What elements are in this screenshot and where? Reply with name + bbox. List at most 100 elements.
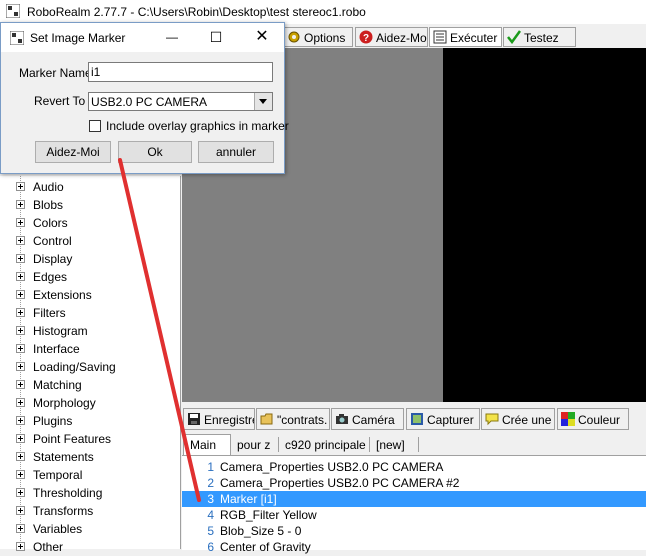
tree-item[interactable]: Point Features	[16, 430, 176, 448]
help-button-label: Aidez-Moi	[46, 145, 100, 159]
close-button[interactable]: ✕	[240, 23, 284, 51]
cancel-button[interactable]: annuler	[198, 141, 274, 163]
marker-name-input[interactable]	[88, 62, 273, 82]
include-overlay-checkbox[interactable]	[89, 120, 101, 132]
main-window-title: RoboRealm 2.77.7 - C:\Users\Robin\Deskto…	[27, 5, 366, 19]
revert-to-label: Revert To	[34, 94, 86, 108]
tree-item[interactable]: Display	[16, 250, 176, 268]
capturer-button[interactable]: Capturer	[406, 408, 480, 430]
pipeline-row[interactable]: 3 Marker [i1]	[182, 491, 646, 507]
tree-item[interactable]: Plugins	[16, 412, 176, 430]
pipeline-row[interactable]: 4 RGB_Filter Yellow	[182, 507, 646, 523]
expand-plus-icon[interactable]	[16, 398, 25, 407]
tree-item[interactable]: Control	[16, 232, 176, 250]
camera-button[interactable]: Caméra	[331, 408, 404, 430]
pipeline-row[interactable]: 5 Blob_Size 5 - 0	[182, 523, 646, 539]
tree-item-label: Plugins	[33, 414, 73, 428]
tab-pour-z[interactable]: pour z	[231, 434, 275, 454]
tree-item[interactable]: Blobs	[16, 196, 176, 214]
tree-item-label: Extensions	[33, 288, 92, 302]
expand-plus-icon[interactable]	[16, 488, 25, 497]
expand-plus-icon[interactable]	[16, 200, 25, 209]
tree-item-label: Histogram	[33, 324, 88, 338]
camera-image-view[interactable]	[443, 48, 646, 402]
testez-button[interactable]: Testez	[503, 27, 576, 47]
tree-item[interactable]: Loading/Saving	[16, 358, 176, 376]
pipeline-row[interactable]: 1 Camera_Properties USB2.0 PC CAMERA	[182, 459, 646, 475]
creer-label: Crée une	[502, 413, 552, 427]
options-button[interactable]: Options	[283, 27, 353, 47]
tab-main[interactable]: Main	[183, 434, 231, 455]
tree-item[interactable]: Edges	[16, 268, 176, 286]
tree-item[interactable]: Interface	[16, 340, 176, 358]
expand-plus-icon[interactable]	[16, 380, 25, 389]
tree-item[interactable]: Other	[16, 538, 176, 556]
chevron-down-icon[interactable]	[254, 93, 272, 110]
tree-item[interactable]: Temporal	[16, 466, 176, 484]
tree-item-label: Filters	[33, 306, 66, 320]
revert-to-select[interactable]: USB2.0 PC CAMERA	[88, 92, 273, 111]
contrats-label: "contrats.	[277, 413, 328, 427]
dialog-title: Set Image Marker	[30, 31, 126, 45]
expand-plus-icon[interactable]	[16, 236, 25, 245]
options-label: Options	[304, 31, 346, 45]
couleur-button[interactable]: Couleur	[557, 408, 629, 430]
marker-name-label: Marker Name	[19, 66, 92, 80]
tab-c920-principale[interactable]: c920 principale	[280, 434, 368, 454]
expand-plus-icon[interactable]	[16, 434, 25, 443]
tab-separator	[278, 437, 279, 452]
tree-item[interactable]: Filters	[16, 304, 176, 322]
speech-bubble-icon	[485, 413, 499, 426]
ok-button[interactable]: Ok	[118, 141, 192, 163]
expand-plus-icon[interactable]	[16, 182, 25, 191]
expand-plus-icon[interactable]	[16, 362, 25, 371]
expand-plus-icon[interactable]	[16, 524, 25, 533]
pipeline-row-label: RGB_Filter Yellow	[220, 508, 317, 522]
open-file-button[interactable]: "contrats.	[256, 408, 330, 430]
expand-plus-icon[interactable]	[16, 344, 25, 353]
tree-item-label: Edges	[33, 270, 68, 284]
tree-item[interactable]: Variables	[16, 520, 176, 538]
save-disk-icon	[188, 413, 200, 425]
expand-plus-icon[interactable]	[16, 272, 25, 281]
tree-item[interactable]: Morphology	[16, 394, 176, 412]
expand-plus-icon[interactable]	[16, 452, 25, 461]
pipeline-row[interactable]: 2 Camera_Properties USB2.0 PC CAMERA #2	[182, 475, 646, 491]
maximize-button[interactable]: ☐	[194, 23, 238, 51]
tree-item[interactable]: Matching	[16, 376, 176, 394]
tree-item[interactable]: Colors	[16, 214, 176, 232]
tree-item[interactable]: Transforms	[16, 502, 176, 520]
tree-item-label: Colors	[33, 216, 68, 230]
tree-item-label: Statements	[33, 450, 94, 464]
minimize-icon: —	[166, 30, 178, 44]
help-button[interactable]: Aidez-Moi	[35, 141, 111, 163]
main-title-bar: RoboRealm 2.77.7 - C:\Users\Robin\Deskto…	[0, 0, 646, 24]
tree-item-label: Temporal	[33, 468, 83, 482]
expand-plus-icon[interactable]	[16, 254, 25, 263]
expand-plus-icon[interactable]	[16, 506, 25, 515]
expand-plus-icon[interactable]	[16, 218, 25, 227]
tab-c920-label: c920 principale	[285, 438, 366, 452]
expand-plus-icon[interactable]	[16, 326, 25, 335]
expand-plus-icon[interactable]	[16, 542, 25, 551]
tab-new[interactable]: [new]	[371, 434, 417, 454]
expand-plus-icon[interactable]	[16, 470, 25, 479]
revert-to-value: USB2.0 PC CAMERA	[91, 95, 208, 109]
executer-button[interactable]: Exécuter	[429, 27, 502, 47]
enregistrer-button[interactable]: Enregistrer	[183, 408, 255, 430]
expand-plus-icon[interactable]	[16, 290, 25, 299]
pipeline-row-label: Blob_Size 5 - 0	[220, 524, 302, 538]
help-icon: ?	[359, 30, 373, 44]
tree-item[interactable]: Thresholding	[16, 484, 176, 502]
pipeline-row[interactable]: 6 Center of Gravity	[182, 539, 646, 555]
create-button[interactable]: Crée une	[481, 408, 555, 430]
tree-item[interactable]: Statements	[16, 448, 176, 466]
minimize-button[interactable]: —	[150, 23, 194, 51]
tree-item[interactable]: Audio	[16, 178, 176, 196]
tree-item[interactable]: Extensions	[16, 286, 176, 304]
expand-plus-icon[interactable]	[16, 416, 25, 425]
tree-item-label: Interface	[33, 342, 80, 356]
tree-item[interactable]: Histogram	[16, 322, 176, 340]
aidez-button[interactable]: ? Aidez-Mo	[355, 27, 428, 47]
expand-plus-icon[interactable]	[16, 308, 25, 317]
